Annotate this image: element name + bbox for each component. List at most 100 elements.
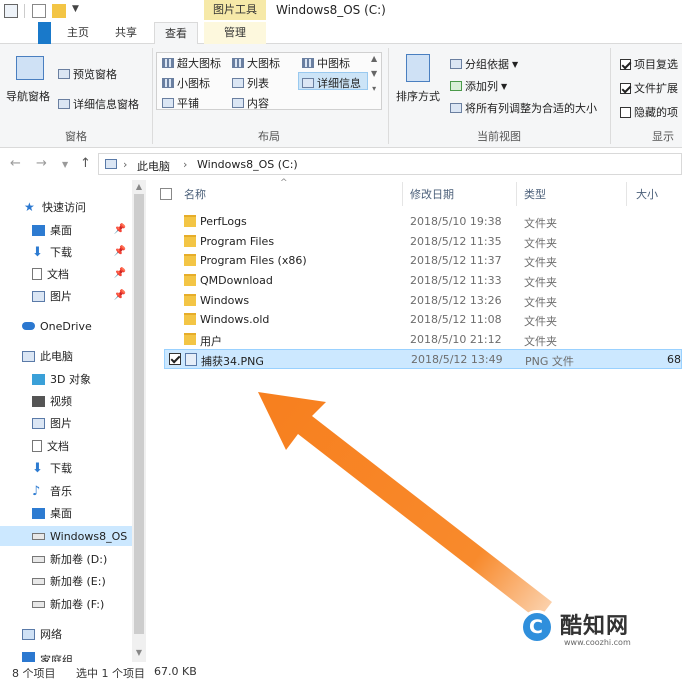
navigation-pane-icon[interactable] xyxy=(16,56,44,80)
item-checkboxes-checkbox[interactable] xyxy=(620,58,631,70)
nav-drive-c[interactable]: Windows8_OS xyxy=(0,526,132,546)
fit-columns-button[interactable]: 将所有列调整为合适的大小 xyxy=(450,100,597,116)
extra-large-icons-icon xyxy=(162,58,174,68)
scrollbar-thumb[interactable] xyxy=(134,194,144,634)
column-divider[interactable] xyxy=(626,182,627,206)
address-input[interactable]: › 此电脑 › Windows8_OS (C:) xyxy=(98,153,682,175)
nav-music[interactable]: ♪ 音乐 xyxy=(0,481,132,501)
nav-drive-e[interactable]: 新加卷 (E:) xyxy=(0,571,132,591)
table-row-selected[interactable]: 捕获34.PNG 2018/5/12 13:49 PNG 文件 68 xyxy=(164,349,682,369)
layout-content[interactable]: 内容 xyxy=(232,95,269,111)
details-pane-label: 详细信息窗格 xyxy=(73,98,139,111)
nav-onedrive[interactable]: OneDrive xyxy=(0,316,132,336)
item-checkboxes-toggle[interactable]: 项目复选 xyxy=(620,56,678,72)
fit-columns-label: 将所有列调整为合适的大小 xyxy=(465,102,597,115)
nav-desktop[interactable]: 桌面 📌 xyxy=(0,220,132,240)
nav-drive-f[interactable]: 新加卷 (F:) xyxy=(0,594,132,614)
file-extensions-toggle[interactable]: 文件扩展 xyxy=(620,80,678,96)
nav-documents[interactable]: 文档 📌 xyxy=(0,264,132,284)
column-header-size[interactable]: 大小 xyxy=(636,186,658,202)
layout-tiles[interactable]: 平铺 xyxy=(162,95,199,111)
group-by-button[interactable]: 分组依据 ▼ xyxy=(450,56,518,72)
preview-pane-button[interactable]: 预览窗格 xyxy=(58,66,117,82)
forward-arrow-icon[interactable]: → xyxy=(36,156,47,171)
chevron-up-icon[interactable]: ▲ xyxy=(371,54,377,63)
column-divider[interactable] xyxy=(516,182,517,206)
chevron-up-icon[interactable]: ▲ xyxy=(132,182,146,191)
navigation-pane-button[interactable]: 导航窗格 xyxy=(6,88,50,104)
layout-large-icons[interactable]: 大图标 xyxy=(232,55,280,71)
nav-network[interactable]: 网络 xyxy=(0,624,132,644)
table-row[interactable]: Windows.old 2018/5/12 11:08 文件夹 xyxy=(164,310,682,330)
layout-scroll-arrows[interactable]: ▲ ▼ ▾ xyxy=(371,54,377,93)
table-row[interactable]: Program Files 2018/5/12 11:35 文件夹 xyxy=(164,232,682,252)
chevron-down-icon[interactable]: ▼ xyxy=(72,4,86,18)
expand-gallery-icon[interactable]: ▾ xyxy=(372,84,376,93)
file-name: Windows.old xyxy=(200,313,270,326)
pin-icon: 📌 xyxy=(113,290,126,301)
sort-ascending-icon: ^ xyxy=(280,178,288,188)
nav-pc-downloads[interactable]: ⬇ 下载 xyxy=(0,458,132,478)
chevron-down-icon[interactable]: ▼ xyxy=(371,69,377,78)
file-date: 2018/5/12 13:49 xyxy=(411,353,503,366)
row-checkbox[interactable] xyxy=(169,353,181,365)
site-name: 酷知网 xyxy=(560,614,630,639)
recent-locations-chevron-icon[interactable]: ▼ xyxy=(62,160,68,169)
table-row[interactable]: QMDownload 2018/5/12 11:33 文件夹 xyxy=(164,271,682,291)
add-column-button[interactable]: 添加列 ▼ xyxy=(450,78,507,94)
tab-share[interactable]: 共享 xyxy=(106,22,146,44)
tab-file[interactable] xyxy=(38,22,51,44)
up-arrow-icon[interactable]: ↑ xyxy=(80,156,91,171)
breadcrumb-drive-c[interactable]: Windows8_OS (C:) xyxy=(197,158,298,171)
nav-pictures[interactable]: 图片 📌 xyxy=(0,286,132,306)
table-row[interactable]: 用户 2018/5/10 21:12 文件夹 xyxy=(164,330,682,350)
nav-drive-d[interactable]: 新加卷 (D:) xyxy=(0,549,132,569)
details-pane-button[interactable]: 详细信息窗格 xyxy=(58,96,139,112)
nav-item-label: 此电脑 xyxy=(40,350,73,363)
hidden-items-checkbox[interactable] xyxy=(620,106,631,118)
nav-videos[interactable]: 视频 xyxy=(0,391,132,411)
new-folder-icon[interactable] xyxy=(52,4,66,18)
sort-by-icon[interactable] xyxy=(406,54,430,82)
layout-details[interactable]: 详细信息 xyxy=(302,75,361,91)
table-row[interactable]: Windows 2018/5/12 13:26 文件夹 xyxy=(164,291,682,311)
chevron-down-icon[interactable]: ▼ xyxy=(132,648,146,657)
column-header-date[interactable]: 修改日期 xyxy=(410,186,454,202)
properties-icon[interactable] xyxy=(32,4,46,18)
nav-homegroup[interactable]: 家庭组 xyxy=(0,652,132,662)
nav-pc-pictures[interactable]: 图片 xyxy=(0,413,132,433)
window-title: Windows8_OS (C:) xyxy=(276,3,386,17)
layout-list[interactable]: 列表 xyxy=(232,75,269,91)
fit-columns-icon xyxy=(450,103,462,113)
nav-3d-objects[interactable]: 3D 对象 xyxy=(0,369,132,389)
file-type: 文件夹 xyxy=(524,276,557,289)
tab-view[interactable]: 查看 xyxy=(154,22,198,45)
file-name: Program Files xyxy=(200,235,275,248)
tab-home[interactable]: 主页 xyxy=(58,22,98,44)
layout-medium-icons[interactable]: 中图标 xyxy=(302,55,350,71)
tab-manage[interactable]: 管理 xyxy=(204,22,266,44)
table-row[interactable]: PerfLogs 2018/5/10 19:38 文件夹 xyxy=(164,212,682,232)
back-arrow-icon[interactable]: ← xyxy=(10,156,21,171)
nav-pane-scrollbar[interactable]: ▲ ▼ xyxy=(132,180,146,662)
layout-extra-large-icons[interactable]: 超大图标 xyxy=(162,55,221,71)
nav-pc-desktop[interactable]: 桌面 xyxy=(0,503,132,523)
file-type: PNG 文件 xyxy=(525,355,574,368)
select-all-checkbox[interactable] xyxy=(160,188,172,200)
hidden-items-toggle[interactable]: 隐藏的项 xyxy=(620,104,678,120)
nav-this-pc[interactable]: 此电脑 xyxy=(0,346,132,366)
details-pane-icon xyxy=(58,99,70,109)
layout-small-icons[interactable]: 小图标 xyxy=(162,75,210,91)
column-header-name[interactable]: 名称 xyxy=(184,186,206,202)
column-divider[interactable] xyxy=(402,182,403,206)
sort-by-button[interactable]: 排序方式 xyxy=(396,88,440,104)
nav-quick-access[interactable]: ★ 快速访问 xyxy=(0,197,132,217)
ribbon: 导航窗格 预览窗格 详细信息窗格 窗格 超大图标 大图标 中图标 小图标 列表 … xyxy=(0,44,682,148)
table-row[interactable]: Program Files (x86) 2018/5/12 11:37 文件夹 xyxy=(164,251,682,271)
nav-pc-documents[interactable]: 文档 xyxy=(0,436,132,456)
file-extensions-checkbox[interactable] xyxy=(620,82,631,94)
nav-downloads[interactable]: ⬇ 下载 📌 xyxy=(0,242,132,262)
folder-icon xyxy=(184,215,196,227)
breadcrumb-this-pc[interactable]: 此电脑 xyxy=(137,158,170,174)
column-header-type[interactable]: 类型 xyxy=(524,186,546,202)
